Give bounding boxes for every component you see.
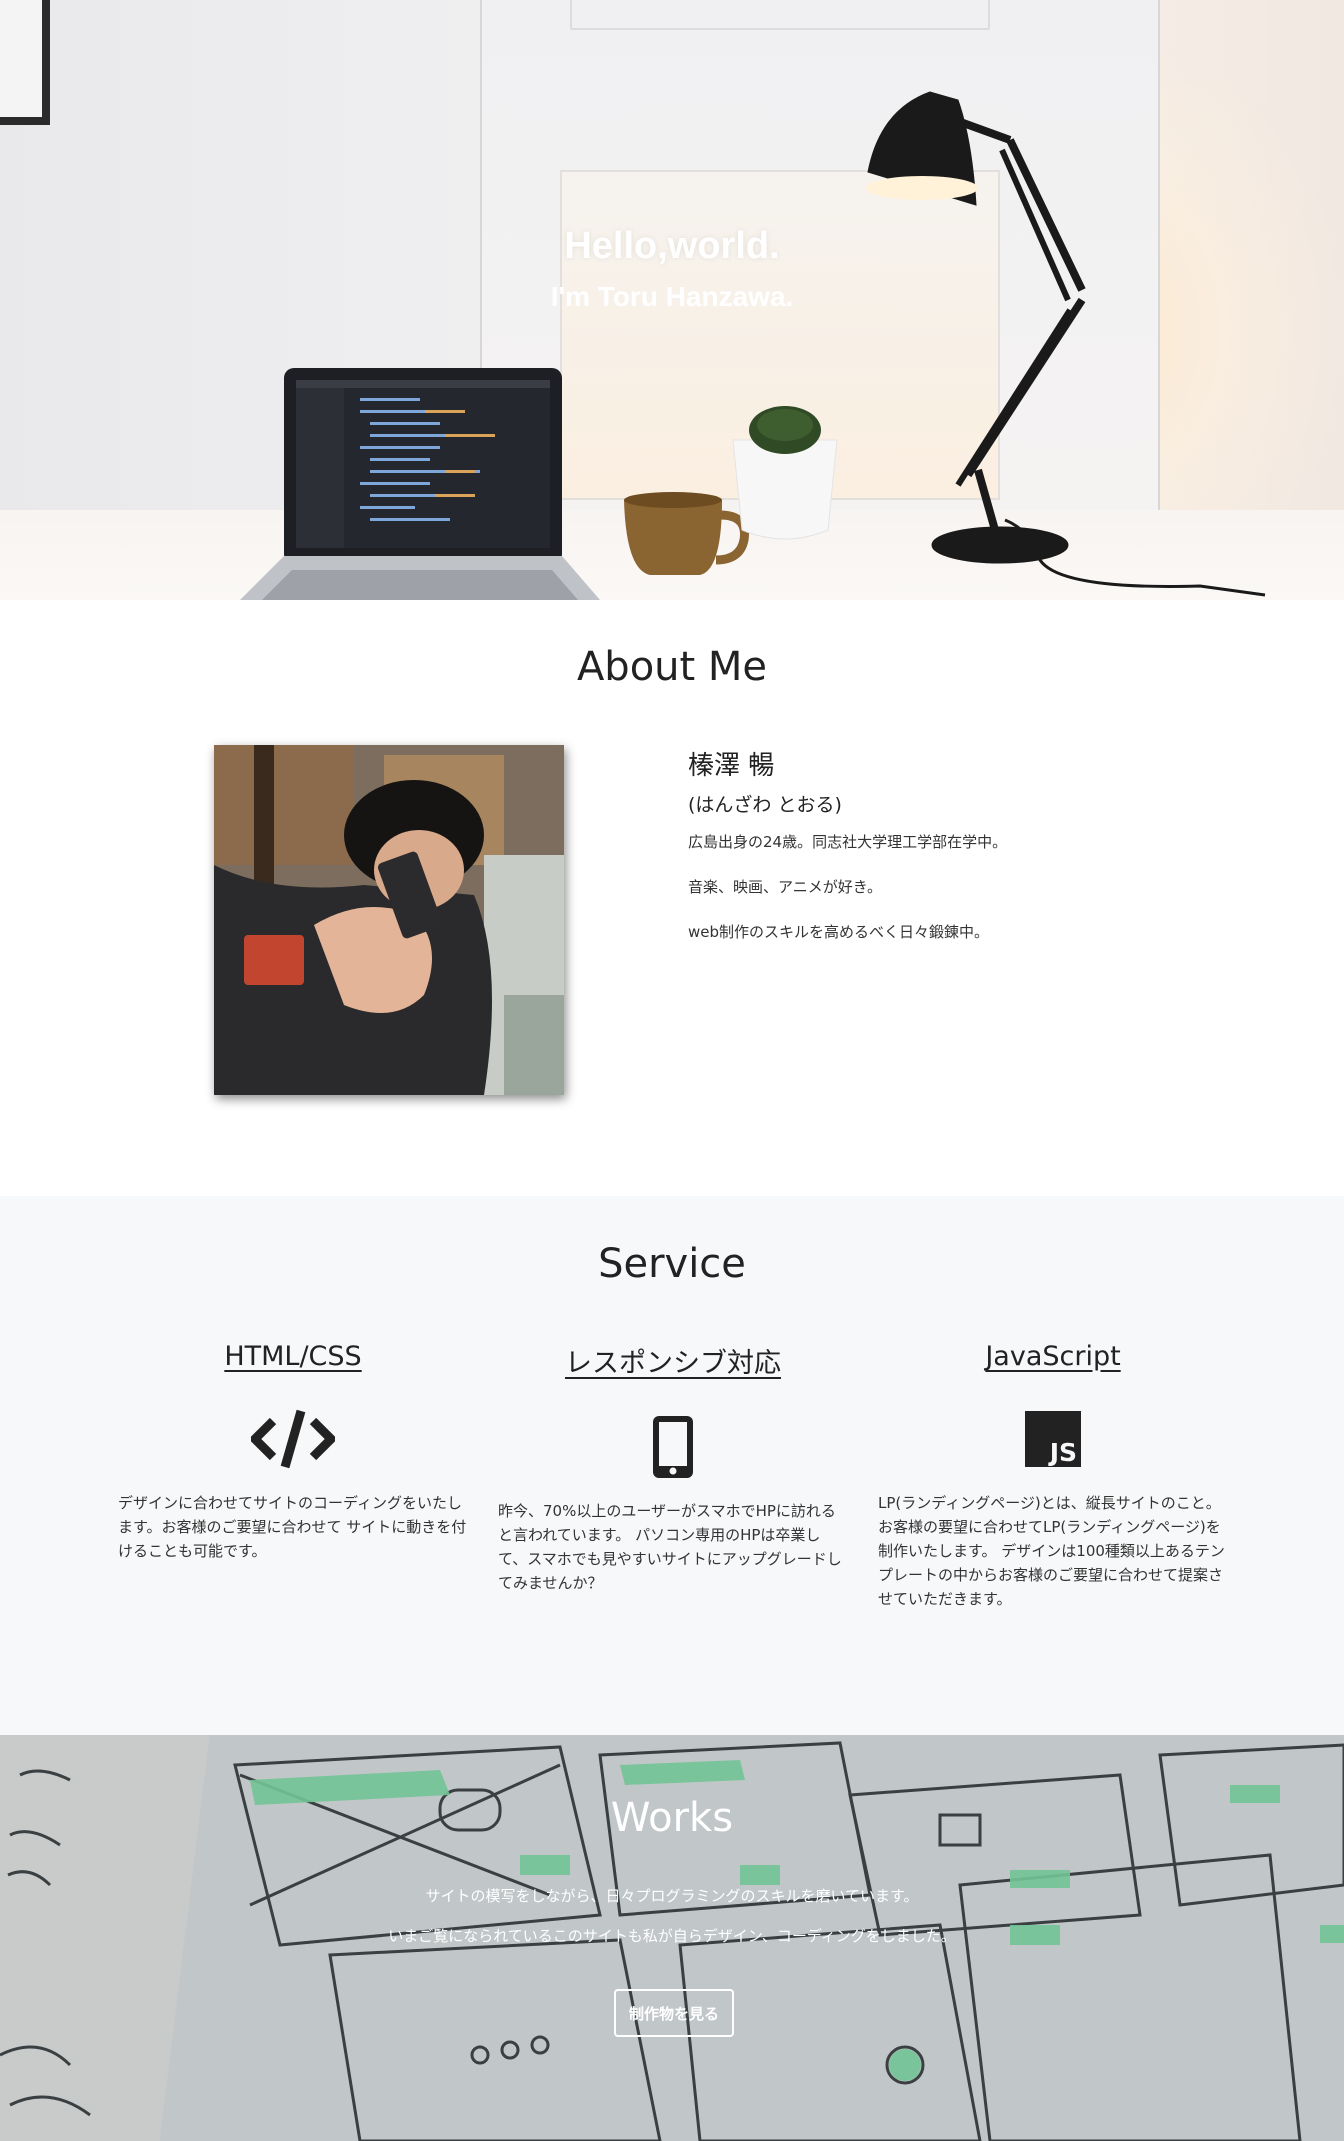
works-description-1: サイトの模写をしながら、日々プログラミングのスキルを磨いています。: [425, 1887, 919, 1905]
profile-photo-illustration: [214, 745, 564, 1095]
service-item-html-css: HTML/CSS デザインに合わせてサイトのコーディングをいたします。お客様のご…: [118, 1341, 468, 1563]
laptop-illustration: [240, 368, 600, 600]
works-section: Works サイトの模写をしながら、日々プログラミングのスキルを磨いています。 …: [0, 1735, 1344, 2141]
about-heading: About Me: [576, 644, 768, 690]
hero-section: Hello,world. I'm Toru Hanzawa.: [0, 0, 1344, 600]
service-title: HTML/CSS: [224, 1341, 362, 1372]
service-title: レスポンシブ対応: [565, 1348, 781, 1379]
about-section: About Me 榛澤 暢 (はんざわ とおる) 広島出身の24歳。同志社大学理…: [0, 600, 1344, 1196]
service-description: デザインに合わせてサイトのコーディングをいたします。お客様のご要望に合わせて サ…: [118, 1494, 467, 1560]
service-description: 昨今、70%以上のユーザーがスマホでHPに訪れると言われています。 パソコン専用…: [498, 1502, 842, 1592]
profile-name: 榛澤 暢: [688, 751, 775, 781]
smartphone-icon: [653, 1415, 693, 1478]
service-section: Service HTML/CSS デザインに合わせてサイトのコーディングをいたし…: [0, 1196, 1344, 1735]
js-icon: JS: [1025, 1410, 1081, 1467]
profile-name-reading: (はんざわ とおる): [688, 794, 842, 816]
service-item-responsive: レスポンシブ対応 昨今、70%以上のユーザーがスマホでHPに訪れると言われていま…: [498, 1341, 848, 1595]
desk-lamp-illustration: [866, 91, 1266, 597]
profile-line: 音楽、映画、アニメが好き。: [688, 878, 882, 896]
works-description-2: いまご覧になられているこのサイトも私が自らデザイン、コーディングをしました。: [388, 1927, 956, 1945]
service-title: JavaScript: [985, 1341, 1121, 1372]
service-heading: Service: [598, 1241, 746, 1287]
works-heading: Works: [610, 1795, 734, 1841]
mug-illustration: [624, 492, 749, 575]
view-works-button[interactable]: 制作物を見る: [614, 1989, 734, 2037]
cactus-pot-illustration: [732, 406, 838, 540]
service-description: LP(ランディングページ)とは、縦長サイトのこと。 お客様の要望に合わせてLP(…: [878, 1494, 1225, 1608]
hero-title: Hello,world.: [564, 225, 780, 268]
profile-photo: [214, 745, 564, 1095]
about-info: 榛澤 暢 (はんざわ とおる) 広島出身の24歳。同志社大学理工学部在学中。 音…: [688, 745, 1148, 966]
profile-line: web制作のスキルを高めるべく日々鍛錬中。: [688, 923, 990, 941]
code-icon: [251, 1409, 335, 1468]
profile-line: 広島出身の24歳。同志社大学理工学部在学中。: [688, 833, 1008, 851]
js-icon-label: JS: [1049, 1437, 1077, 1467]
service-item-javascript: JavaScript JS LP(ランディングページ)とは、縦長サイトのこと。 …: [878, 1341, 1228, 1611]
hero-subtitle: I'm Toru Hanzawa.: [550, 281, 794, 313]
